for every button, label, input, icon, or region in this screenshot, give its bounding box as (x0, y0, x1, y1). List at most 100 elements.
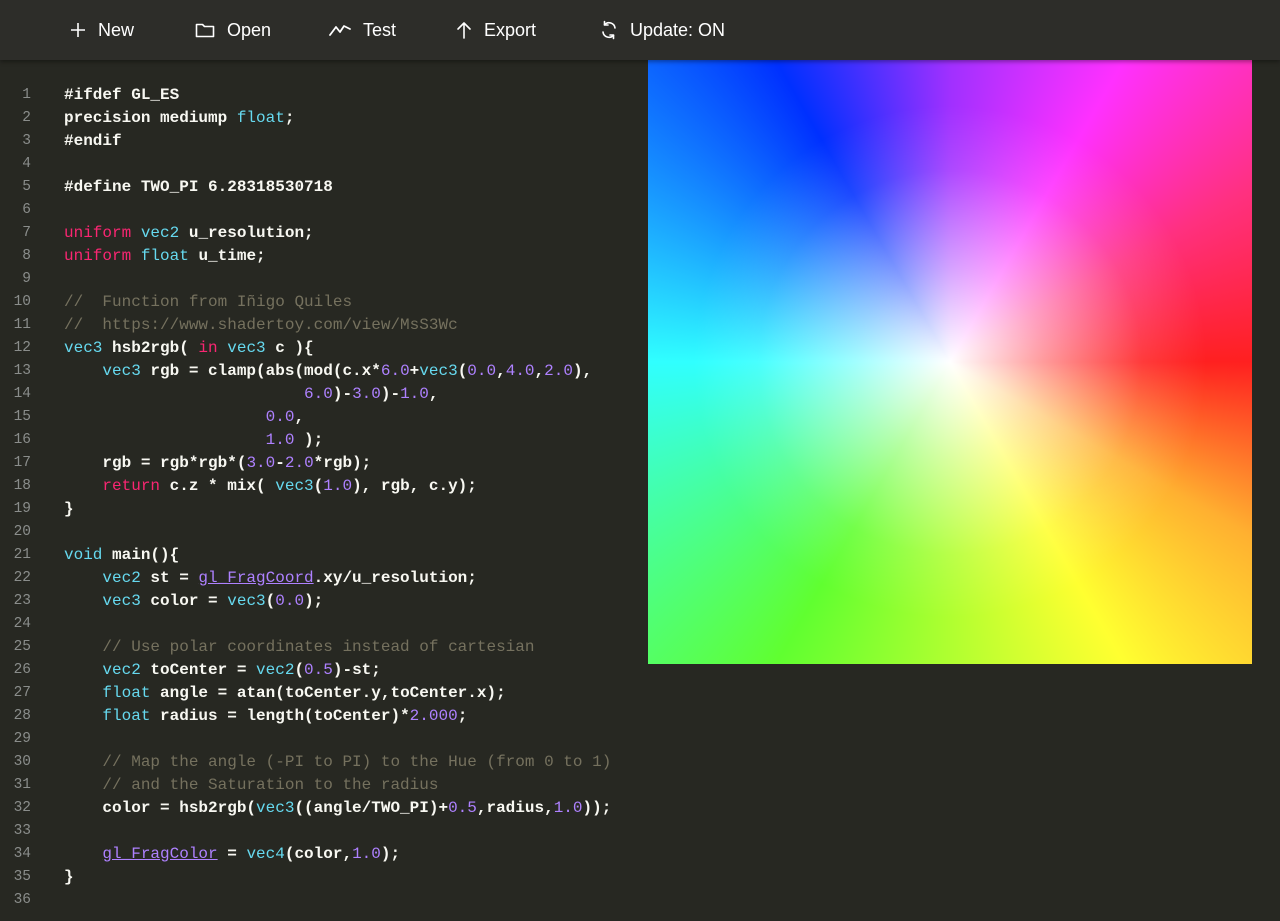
code-line: 29 (0, 728, 648, 751)
line-number: 5 (22, 179, 31, 195)
code-token: } (64, 868, 74, 886)
code-token: ((angle/TWO_PI)+ (294, 799, 449, 817)
code-token: = (217, 845, 247, 863)
code-token: ; (457, 707, 468, 725)
line-number: 34 (13, 846, 31, 862)
line-number: 9 (22, 271, 31, 287)
code-editor[interactable]: 1 #ifdef GL_ES 2 precision mediump float; 3 #… (0, 60, 648, 921)
line-number: 20 (13, 524, 31, 540)
code-token: vec3 (102, 362, 141, 380)
code-token: } (64, 500, 74, 518)
code-token: vec2 (102, 661, 141, 679)
code-line: 34 gl_FragColor = vec4(color,1.0); (0, 843, 648, 866)
code-line: 25 // Use polar coordinates instead of c… (0, 636, 648, 659)
folder-icon (195, 23, 215, 38)
code-token: ), rgb, c.y); (352, 477, 477, 495)
code-text: rgb = rgb*rgb*(3.0-2.0*rgb); (64, 452, 371, 475)
code-token: 2.0 (284, 454, 314, 472)
new-button-label: New (98, 19, 135, 40)
code-token: // Use polar coordinates instead of cart… (102, 638, 535, 656)
code-line: 8 uniform float u_time; (0, 245, 648, 268)
code-token: uniform (64, 247, 132, 265)
code-token: ( (313, 477, 324, 495)
code-text: precision mediump float; (64, 107, 294, 130)
code-token: )- (380, 385, 401, 403)
line-number: 19 (13, 501, 31, 517)
code-text: uniform float u_time; (64, 245, 266, 268)
code-text: #define TWO_PI 6.28318530718 (64, 176, 333, 199)
test-button[interactable]: Test (329, 0, 396, 60)
code-text: vec3 hsb2rgb( in vec3 c ){ (64, 337, 314, 360)
line-number: 26 (13, 662, 31, 678)
code-token: rgb = clamp(abs(mod(c.x* (140, 362, 381, 380)
code-text: } (64, 866, 74, 889)
code-token: color = (140, 592, 228, 610)
code-token: uniform (64, 224, 132, 242)
code-line: 30 // Map the angle (-PI to PI) to the H… (0, 751, 648, 774)
code-line: 17 rgb = rgb*rgb*(3.0-2.0*rgb); (0, 452, 648, 475)
code-token: in (198, 339, 218, 357)
line-number: 23 (13, 593, 31, 609)
code-text: // Map the angle (-PI to PI) to the Hue … (64, 751, 611, 774)
code-line: 15 0.0, (0, 406, 648, 429)
code-line: 33 (0, 820, 648, 843)
line-number: 14 (13, 386, 31, 402)
code-token: )-st; (332, 661, 381, 679)
code-text: return c.z * mix( vec3(1.0), rgb, c.y); (64, 475, 477, 498)
code-line: 28 float radius = length(toCenter)*2.000… (0, 705, 648, 728)
code-token: toCenter = (140, 661, 257, 679)
line-number: 4 (22, 156, 31, 172)
code-token: vec3 (275, 477, 314, 495)
line-number: 1 (22, 87, 31, 103)
code-token: #ifdef GL_ES (64, 86, 180, 104)
code-token: ( (265, 592, 276, 610)
code-token: 6.0 (304, 385, 333, 403)
shader-preview-canvas[interactable] (648, 60, 1252, 664)
code-token: 1.0 (553, 799, 583, 817)
code-line: 36 (0, 889, 648, 912)
code-text: #ifdef GL_ES (64, 84, 179, 107)
code-text: // Use polar coordinates instead of cart… (64, 636, 534, 659)
code-line: 3 #endif (0, 130, 648, 153)
code-token: angle = atan(toCenter.y,toCenter.x); (150, 684, 506, 702)
line-number: 29 (13, 731, 31, 747)
code-token: 3.0 (246, 454, 276, 472)
code-text: 6.0)-3.0)-1.0, (64, 383, 438, 406)
code-line: 19} (0, 498, 648, 521)
code-text: #endif (64, 130, 122, 153)
code-line: 26 vec2 toCenter = vec2(0.5)-st; (0, 659, 648, 682)
code-token: 0.5 (304, 661, 333, 679)
line-number: 13 (13, 363, 31, 379)
code-token: vec3 (102, 592, 141, 610)
code-token: #endif (64, 132, 122, 150)
code-token: #define TWO_PI 6.28318530718 (64, 178, 333, 196)
code-token: radius = length(toCenter)* (150, 707, 410, 725)
update-toggle-button[interactable]: Update: ON (600, 0, 725, 60)
test-button-label: Test (363, 19, 397, 40)
new-button[interactable]: New (70, 0, 134, 60)
code-token: main(){ (102, 546, 180, 564)
code-token: - (275, 454, 285, 472)
code-token: vec3 (64, 339, 103, 357)
code-line: 31 // and the Saturation to the radius (0, 774, 648, 797)
line-number: 8 (22, 248, 31, 264)
export-button[interactable]: Export (456, 0, 536, 60)
code-text: void main(){ (64, 544, 179, 567)
code-token: // https://www.shadertoy.com/view/MsS3Wc (64, 316, 458, 334)
code-line: 13 vec3 rgb = clamp(abs(mod(c.x*6.0+vec3… (0, 360, 648, 383)
refresh-icon (602, 20, 616, 40)
code-line: 10 // Function from Iñigo Quiles (0, 291, 648, 314)
code-token: float (102, 707, 151, 725)
line-number: 30 (13, 754, 31, 770)
code-token: , (534, 362, 545, 380)
open-button[interactable]: Open (195, 0, 271, 60)
line-number: 3 (22, 133, 31, 149)
code-text: float radius = length(toCenter)*2.000; (64, 705, 467, 728)
code-token: return (102, 477, 161, 495)
code-token: 0.0 (265, 408, 295, 426)
